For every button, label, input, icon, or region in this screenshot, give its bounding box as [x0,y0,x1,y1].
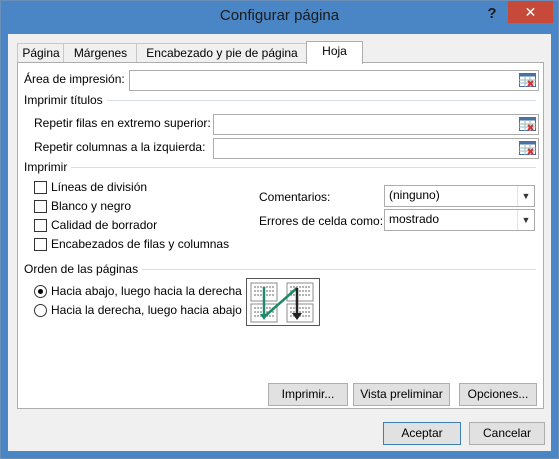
accept-button[interactable]: Aceptar [383,422,461,445]
down-then-over-radio[interactable] [34,285,47,298]
tab-hoja[interactable]: Hoja [306,41,363,64]
range-selector-icon[interactable] [519,117,536,131]
print-area-input[interactable] [129,70,539,91]
gridlines-label[interactable]: Líneas de división [51,180,147,194]
comments-label: Comentarios: [259,190,331,204]
range-selector-icon[interactable] [519,141,536,155]
tab-pagina[interactable]: Página [17,43,65,63]
chevron-down-icon[interactable]: ▼ [517,186,534,206]
over-then-down-label[interactable]: Hacia la derecha, luego hacia abajo [51,303,242,317]
draft-quality-checkbox[interactable] [34,219,47,232]
print-button[interactable]: Imprimir... [268,383,348,406]
over-then-down-radio[interactable] [34,304,47,317]
options-button[interactable]: Opciones... [459,383,537,406]
row-col-headings-label[interactable]: Encabezados de filas y columnas [51,237,229,251]
tab-panel-hoja: Área de impresión: Imprimir títulos Repe… [17,62,544,409]
print-titles-heading: Imprimir títulos [24,93,107,107]
black-white-label[interactable]: Blanco y negro [51,199,131,213]
title-bar[interactable]: Configurar página ? ✕ [1,1,558,34]
tab-encabezado-pie[interactable]: Encabezado y pie de página [136,43,308,63]
cell-errors-label: Errores de celda como: [259,214,384,228]
dialog-body: Página Márgenes Encabezado y pie de pági… [8,34,551,451]
down-then-over-label[interactable]: Hacia abajo, luego hacia la derecha [51,284,242,298]
gridlines-checkbox[interactable] [34,181,47,194]
tab-margenes[interactable]: Márgenes [63,43,138,63]
comments-select[interactable]: (ninguno) ▼ [384,185,535,207]
repeat-cols-input[interactable] [213,138,539,159]
chevron-down-icon[interactable]: ▼ [517,210,534,230]
divider [24,167,536,168]
range-selector-icon[interactable] [519,73,536,87]
repeat-rows-label: Repetir filas en extremo superior: [34,116,211,130]
close-button[interactable]: ✕ [508,1,553,23]
cell-errors-value: mostrado [389,212,440,226]
row-col-headings-checkbox[interactable] [34,238,47,251]
print-preview-button[interactable]: Vista preliminar [353,383,450,406]
draft-quality-label[interactable]: Calidad de borrador [51,218,157,232]
print-heading: Imprimir [24,160,72,174]
dialog-window: Configurar página ? ✕ Página Márgenes En… [0,0,559,459]
repeat-rows-input[interactable] [213,114,539,135]
cell-errors-select[interactable]: mostrado ▼ [384,209,535,231]
print-area-label: Área de impresión: [24,72,125,86]
page-order-heading: Orden de las páginas [24,262,143,276]
dialog-title: Configurar página [219,7,340,24]
comments-value: (ninguno) [389,188,440,202]
black-white-checkbox[interactable] [34,200,47,213]
cancel-button[interactable]: Cancelar [469,422,545,445]
repeat-cols-label: Repetir columnas a la izquierda: [34,140,206,154]
help-button[interactable]: ? [482,4,502,24]
page-order-preview-icon [246,278,320,326]
